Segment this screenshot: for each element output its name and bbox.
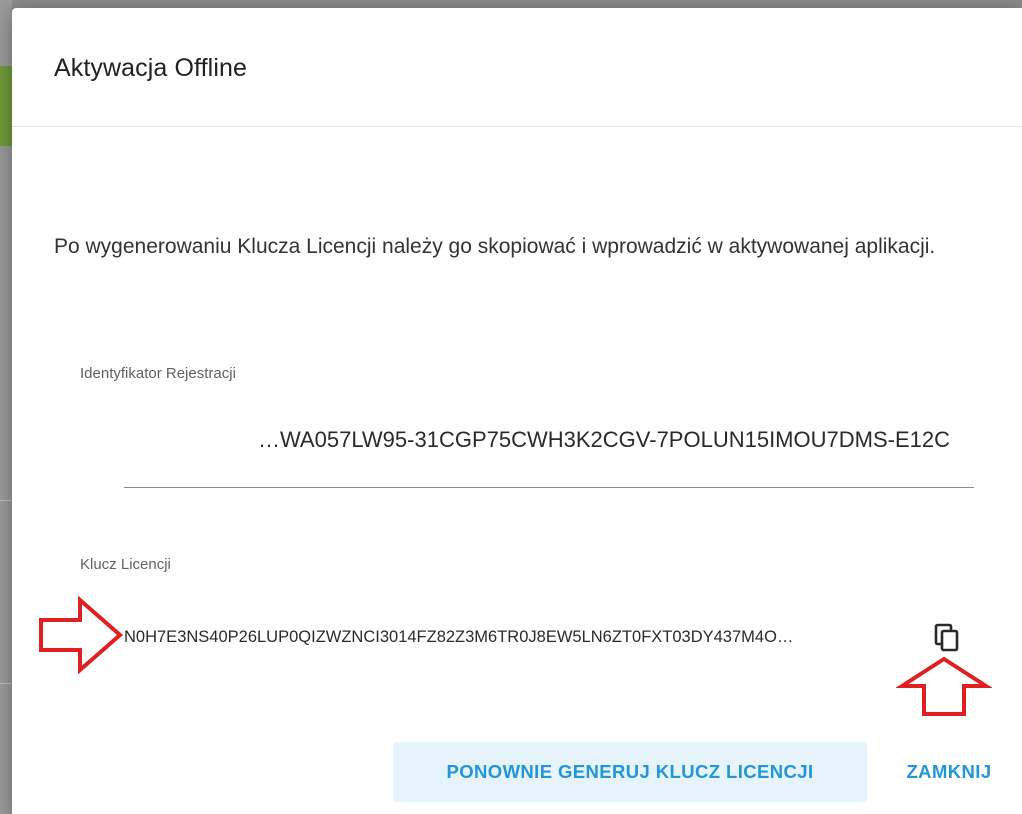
backdrop-divider	[0, 500, 12, 501]
copy-icon[interactable]	[932, 622, 962, 654]
backdrop	[0, 0, 1022, 8]
registration-id-field[interactable]	[124, 420, 974, 488]
dialog-title: Aktywacja Offline	[54, 54, 247, 82]
red-arrow-up-icon	[896, 656, 992, 716]
regenerate-license-key-button[interactable]: PONOWNIE GENERUJ KLUCZ LICENCJI	[393, 742, 867, 802]
offline-activation-dialog: Aktywacja Offline Po wygenerowaniu Klucz…	[12, 8, 1022, 814]
license-key-label: Klucz Licencji	[80, 556, 171, 573]
backdrop-accent-bar	[0, 66, 12, 146]
dialog-message: Po wygenerowaniu Klucza Licencji należy …	[54, 235, 936, 258]
backdrop-divider	[0, 683, 12, 684]
license-key-value[interactable]: N0H7E3NS40P26LUP0QIZWZNCI3014FZ82Z3M6TR0…	[124, 622, 924, 652]
license-key-text: N0H7E3NS40P26LUP0QIZWZNCI3014FZ82Z3M6TR0…	[124, 628, 794, 646]
title-divider	[12, 126, 1022, 127]
close-button[interactable]: ZAMKNIJ	[884, 742, 1014, 802]
red-arrow-right-icon	[39, 596, 124, 674]
registration-id-label: Identyfikator Rejestracji	[80, 365, 236, 382]
